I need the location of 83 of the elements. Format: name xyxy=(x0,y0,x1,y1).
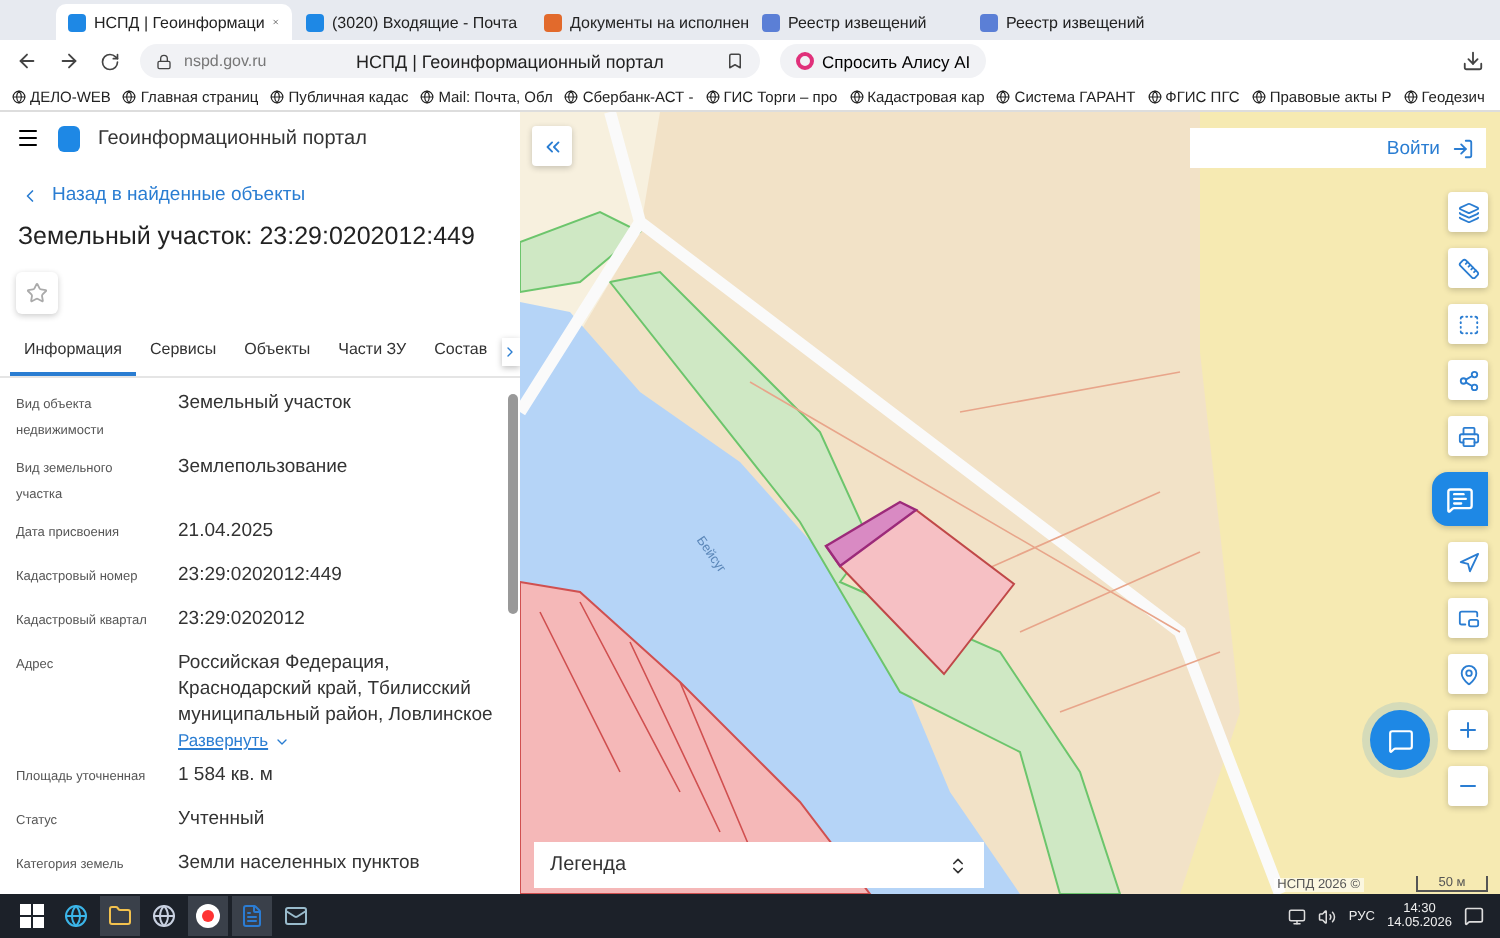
lock-icon xyxy=(156,53,172,69)
legend-select[interactable]: Легенда xyxy=(534,842,984,888)
field-value: Земельный участок xyxy=(178,390,351,416)
favicon-icon xyxy=(544,13,562,31)
map-tool-button[interactable] xyxy=(1448,598,1488,638)
globe-icon xyxy=(1251,89,1266,103)
bookmark-icon[interactable] xyxy=(726,52,744,70)
globe-icon xyxy=(270,89,285,103)
favicon-icon xyxy=(980,13,998,31)
navigation-arrow-icon xyxy=(1457,551,1479,573)
printer-icon xyxy=(1457,425,1479,447)
portal-title: Геоинформационный портал xyxy=(98,127,367,149)
favicon-icon xyxy=(68,13,86,31)
collapse-panel-button[interactable] xyxy=(532,126,572,166)
folder-taskbar-icon[interactable] xyxy=(100,896,140,936)
info-tab[interactable]: Состав xyxy=(420,340,502,376)
field-value: Учтенный xyxy=(178,806,265,832)
network-icon[interactable] xyxy=(1288,907,1307,925)
browser-tab[interactable]: Документы на исполнен xyxy=(532,4,748,40)
chat-icon xyxy=(1387,727,1413,753)
volume-icon[interactable] xyxy=(1318,907,1337,925)
field-value: Земли населенных пунктов xyxy=(178,850,420,876)
map-tool-button[interactable] xyxy=(1448,710,1488,750)
frame-icon xyxy=(1457,607,1479,629)
login-icon xyxy=(1452,137,1474,159)
map-tool-button[interactable] xyxy=(1448,360,1488,400)
globe-icon xyxy=(705,89,720,103)
download-icon[interactable] xyxy=(1462,50,1484,72)
browser-tab[interactable]: Реестр извещений xyxy=(750,4,966,40)
back-link[interactable]: Назад в найденные объекты xyxy=(20,184,520,206)
field-value: Землепользование xyxy=(178,454,348,480)
object-title: Земельный участок: 23:29:0202012:449 xyxy=(18,222,477,250)
ruler-icon xyxy=(1457,257,1479,279)
favorite-button[interactable] xyxy=(16,272,58,314)
map-tool-button[interactable] xyxy=(1432,472,1488,526)
share-icon xyxy=(1457,369,1479,391)
portal-logo-icon xyxy=(58,125,80,151)
info-tab[interactable]: Информация xyxy=(10,340,136,376)
area-select-icon xyxy=(1457,313,1479,335)
reload-icon[interactable] xyxy=(100,51,120,71)
info-tab[interactable]: Части ЗУ xyxy=(324,340,421,376)
speech-bubble-icon xyxy=(1446,485,1474,513)
field-value: Российская Федерация, Краснодарский край, Тбилисский муниципальный район, Ловлинское xyxy=(178,650,495,728)
address-bar[interactable]: nspd.gov.ru НСПД | Геоинформационный портал xyxy=(140,44,760,78)
globe-icon xyxy=(122,89,137,103)
updown-icon xyxy=(948,855,968,875)
field-value: 21.04.2025 xyxy=(178,518,274,544)
field-value: 23:29:0202012 xyxy=(178,606,305,632)
field-value: 1 584 кв. м xyxy=(178,762,273,788)
map-tool-button[interactable] xyxy=(1448,304,1488,344)
info-tab[interactable]: Объекты xyxy=(230,340,325,376)
globe-icon xyxy=(996,89,1011,103)
notifications-icon[interactable] xyxy=(1464,906,1484,926)
expand-link[interactable]: Развернуть xyxy=(178,728,291,754)
zoom-in-icon xyxy=(1456,718,1480,742)
map-tool-button[interactable] xyxy=(1448,248,1488,288)
favicon-icon xyxy=(306,13,324,31)
assistant-button[interactable]: Спросить Алису AI xyxy=(780,44,987,78)
login-button[interactable]: Войти xyxy=(1190,128,1486,168)
favicon-icon xyxy=(762,13,780,31)
back-icon[interactable] xyxy=(16,50,38,72)
globe-icon xyxy=(849,89,864,103)
browser-tab[interactable]: Реестр извещений xyxy=(968,4,1184,40)
ring-icon xyxy=(796,52,814,70)
globe-icon xyxy=(1403,89,1418,103)
map-tool-button[interactable] xyxy=(1448,192,1488,232)
map-tool-button[interactable] xyxy=(1448,542,1488,582)
forward-icon[interactable] xyxy=(58,50,80,72)
map-tool-button[interactable] xyxy=(1448,416,1488,456)
layers-icon xyxy=(1457,201,1479,223)
field-value: 23:29:0202012:449 xyxy=(178,562,342,588)
star-icon xyxy=(26,282,48,304)
globe-icon xyxy=(564,89,579,103)
map-tool-button[interactable] xyxy=(1448,654,1488,694)
browser-tab[interactable]: НСПД | Геоинформаци xyxy=(56,4,292,40)
info-tab[interactable]: Сервисы xyxy=(135,340,231,376)
map-pin-icon xyxy=(1457,663,1479,685)
double-chevron-icon xyxy=(541,135,563,157)
menu-icon[interactable] xyxy=(16,126,40,150)
globe-icon xyxy=(1147,89,1162,103)
browser-tab[interactable]: (3020) Входящие - Почта xyxy=(294,4,530,40)
globe-icon xyxy=(420,89,435,103)
globe-icon xyxy=(12,89,26,103)
